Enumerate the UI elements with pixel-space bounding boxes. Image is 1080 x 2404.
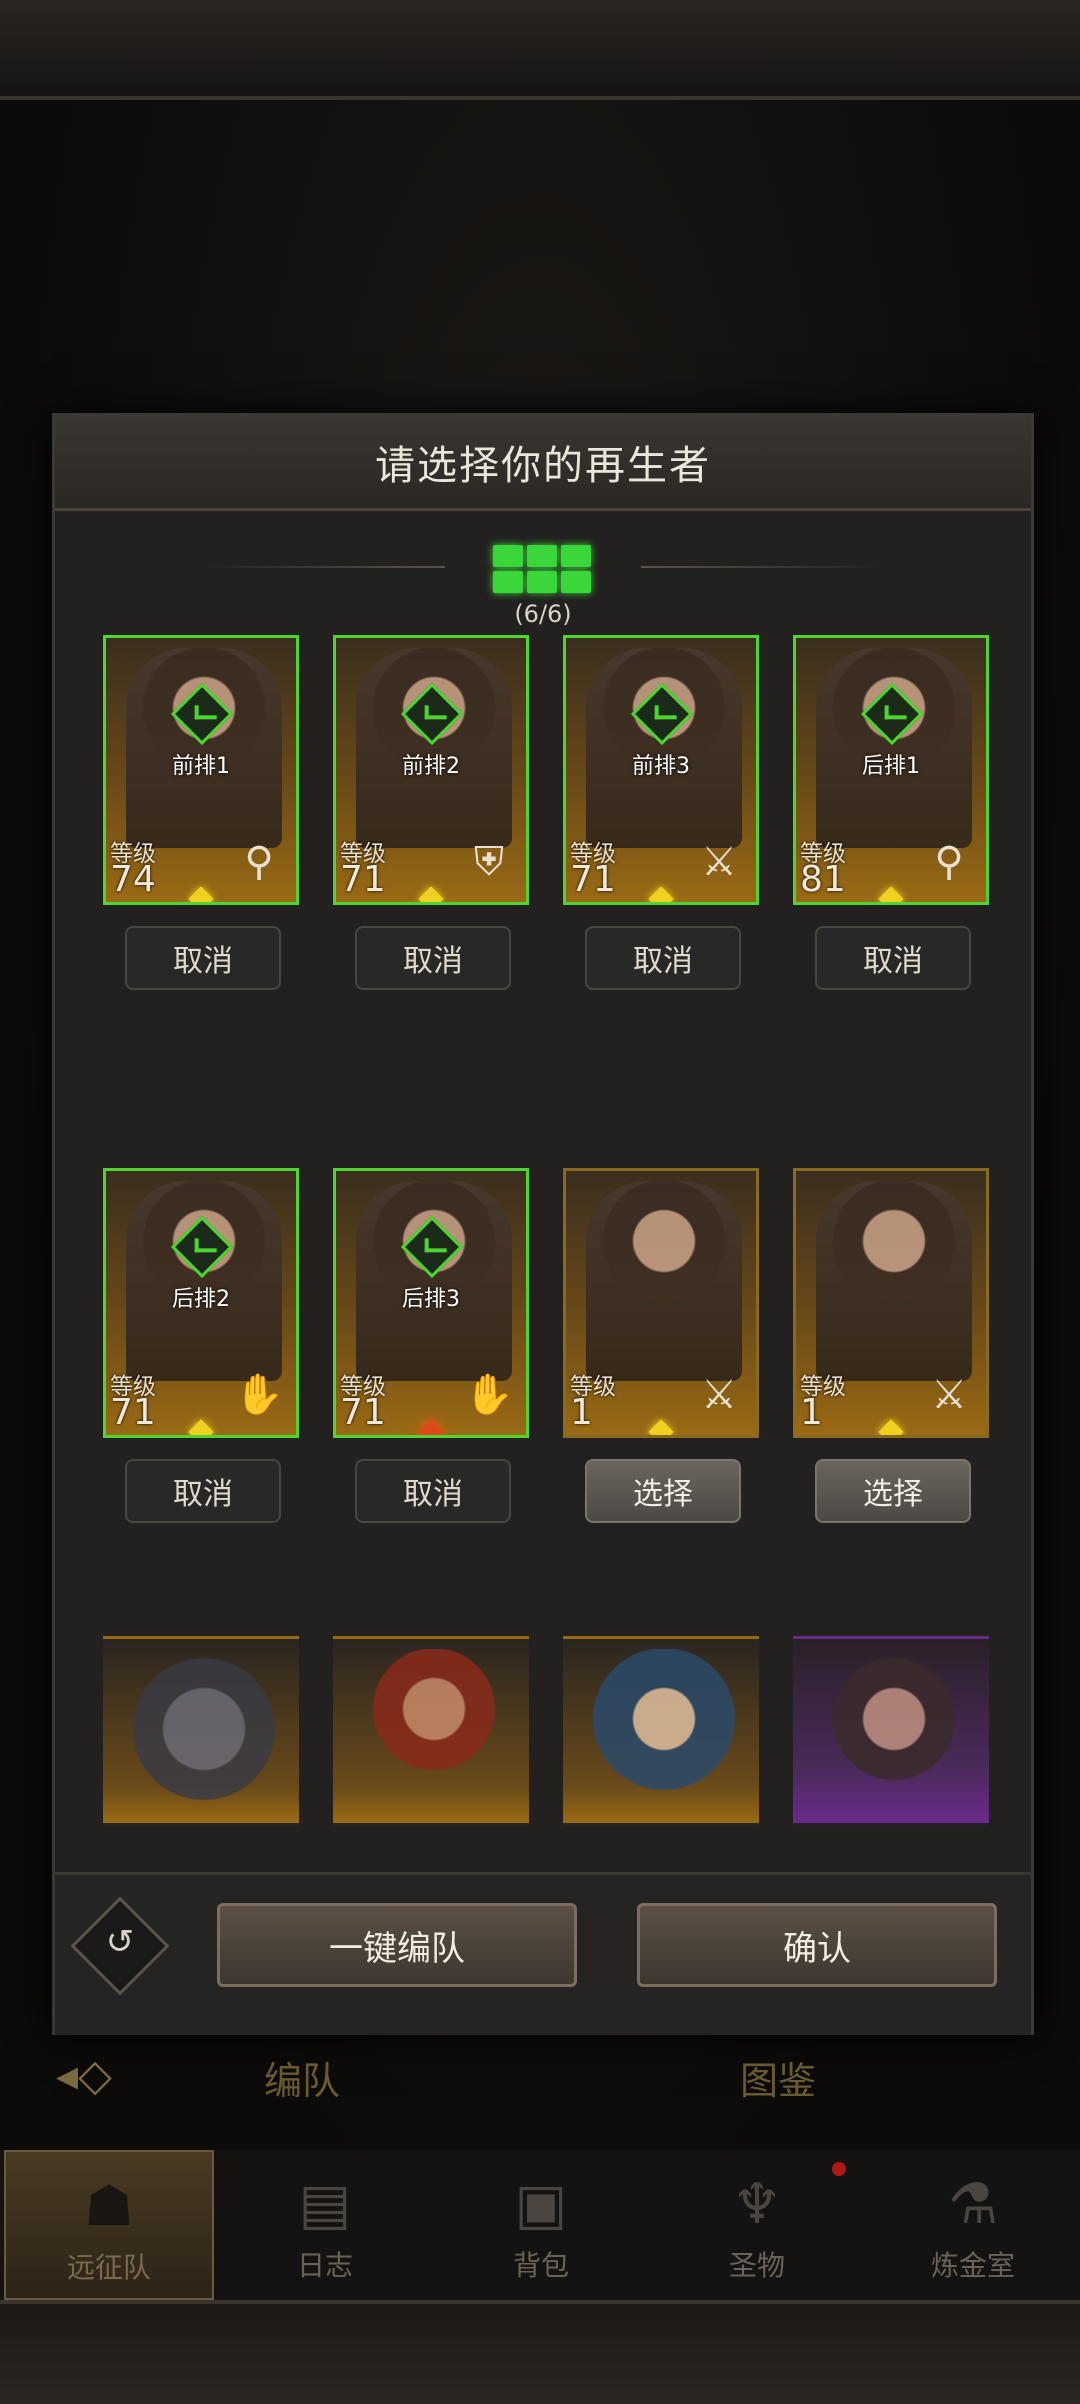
team-count: (6/6): [514, 600, 572, 628]
chalice-icon: ♆: [731, 2172, 783, 2237]
level-value: 81: [800, 859, 846, 900]
select-hero-modal: 请选择你的再生者 (6/6) 前排1 等级 74 ⚲ 前排2 等级 71 ⛨ 前…: [52, 413, 1034, 2035]
hero-card[interactable]: 等级 1 ⚔: [793, 1168, 989, 1438]
gem-icon: [418, 886, 444, 902]
team-formation-icon: [491, 543, 595, 595]
notification-dot: [832, 2162, 846, 2176]
bottom-strip: [0, 2300, 1080, 2404]
gem-icon: [188, 886, 214, 902]
sword-icon: ⚔: [701, 839, 737, 885]
cancel-button[interactable]: 取消: [585, 926, 741, 990]
gem-icon: [878, 886, 904, 902]
cancel-button[interactable]: 取消: [125, 926, 281, 990]
nav-relic[interactable]: ♆ 圣物: [652, 2150, 862, 2300]
bottom-nav: ☗ 远征队 ▤ 日志 ▣ 背包 ♆ 圣物 ⚗ 炼金室: [0, 2150, 1080, 2300]
level-value: 1: [570, 1392, 593, 1433]
nav-label: 远征队: [66, 2251, 151, 2284]
nav-backpack[interactable]: ▣ 背包: [436, 2150, 646, 2300]
position-label: 后排2: [172, 1287, 230, 1312]
hero-card[interactable]: 后排3 等级 71 ✋: [333, 1168, 529, 1438]
nav-journal[interactable]: ▤ 日志: [220, 2150, 430, 2300]
position-label: 前排3: [632, 754, 690, 779]
tabs-row: ◂◇ 编队 图鉴: [0, 2036, 1080, 2122]
level-value: 71: [340, 1392, 386, 1433]
nav-label: 日志: [296, 2249, 353, 2282]
position-label: 后排1: [862, 754, 920, 779]
auto-team-button[interactable]: 一键编队: [217, 1903, 577, 1987]
hero-card[interactable]: [793, 1636, 989, 1826]
gem-icon: [188, 1419, 214, 1435]
nav-label: 背包: [512, 2249, 569, 2282]
nav-label: 圣物: [728, 2249, 785, 2282]
hero-card[interactable]: [103, 1636, 299, 1826]
star-emblem-icon: [418, 1419, 444, 1435]
sword-icon: ⚔: [701, 1372, 737, 1418]
hero-card[interactable]: 前排3 等级 71 ⚔: [563, 635, 759, 905]
hero-card[interactable]: 等级 1 ⚔: [563, 1168, 759, 1438]
level-value: 71: [570, 859, 616, 900]
hero-portrait: [816, 1181, 972, 1381]
cancel-button[interactable]: 取消: [125, 1459, 281, 1523]
hero-portrait: [586, 1181, 742, 1381]
scroll-icon: ▤: [298, 2172, 352, 2237]
nav-alchemy[interactable]: ⚗ 炼金室: [868, 2150, 1078, 2300]
position-label: 后排3: [402, 1287, 460, 1312]
cancel-button[interactable]: 取消: [355, 1459, 511, 1523]
hero-portrait: [816, 1649, 972, 1823]
hero-portrait: [356, 1649, 512, 1823]
hand-icon: ✋: [464, 1372, 514, 1418]
hand-icon: ✋: [234, 1372, 284, 1418]
divider-left: [195, 566, 445, 568]
modal-title: 请选择你的再生者: [375, 443, 711, 489]
hero-portrait: [586, 1649, 742, 1823]
gem-icon: [648, 1419, 674, 1435]
backpack-icon: ▣: [514, 2172, 568, 2237]
reset-button[interactable]: ↺: [70, 1896, 170, 1996]
divider-right: [641, 566, 891, 568]
tab-formation[interactable]: 编队: [264, 2050, 340, 2105]
level-value: 1: [800, 1392, 823, 1433]
alchemy-icon: ⚗: [947, 2172, 999, 2237]
staff-icon: ⚲: [244, 839, 274, 885]
gem-icon: [878, 1419, 904, 1435]
position-label: 前排2: [402, 754, 460, 779]
select-button[interactable]: 选择: [585, 1459, 741, 1523]
tab-codex[interactable]: 图鉴: [740, 2050, 816, 2105]
nav-label: 炼金室: [930, 2249, 1015, 2282]
back-arrow-icon[interactable]: ◂◇: [56, 2050, 166, 2110]
hero-card[interactable]: 前排1 等级 74 ⚲: [103, 635, 299, 905]
hero-card[interactable]: 后排2 等级 71 ✋: [103, 1168, 299, 1438]
shield-icon: ⛨: [474, 839, 504, 885]
level-value: 74: [110, 859, 156, 900]
helmet-icon: ☗: [83, 2174, 135, 2239]
hero-card[interactable]: 前排2 等级 71 ⛨: [333, 635, 529, 905]
hero-card[interactable]: [563, 1636, 759, 1826]
cancel-button[interactable]: 取消: [815, 926, 971, 990]
hero-card[interactable]: 后排1 等级 81 ⚲: [793, 635, 989, 905]
cancel-button[interactable]: 取消: [355, 926, 511, 990]
sword-icon: ⚔: [931, 1372, 967, 1418]
top-bar: [0, 0, 1080, 100]
confirm-button[interactable]: 确认: [637, 1903, 997, 1987]
hero-card[interactable]: [333, 1636, 529, 1826]
position-label: 前排1: [172, 754, 230, 779]
gem-icon: [648, 886, 674, 902]
level-value: 71: [340, 859, 386, 900]
hero-portrait: [126, 1649, 282, 1823]
staff-icon: ⚲: [934, 839, 964, 885]
level-value: 71: [110, 1392, 156, 1433]
modal-footer: ↺ 一键编队 确认: [55, 1872, 1031, 2035]
refresh-icon: ↺: [105, 1921, 135, 1962]
nav-expedition[interactable]: ☗ 远征队: [4, 2150, 214, 2300]
modal-header: 请选择你的再生者: [55, 416, 1031, 511]
select-button[interactable]: 选择: [815, 1459, 971, 1523]
